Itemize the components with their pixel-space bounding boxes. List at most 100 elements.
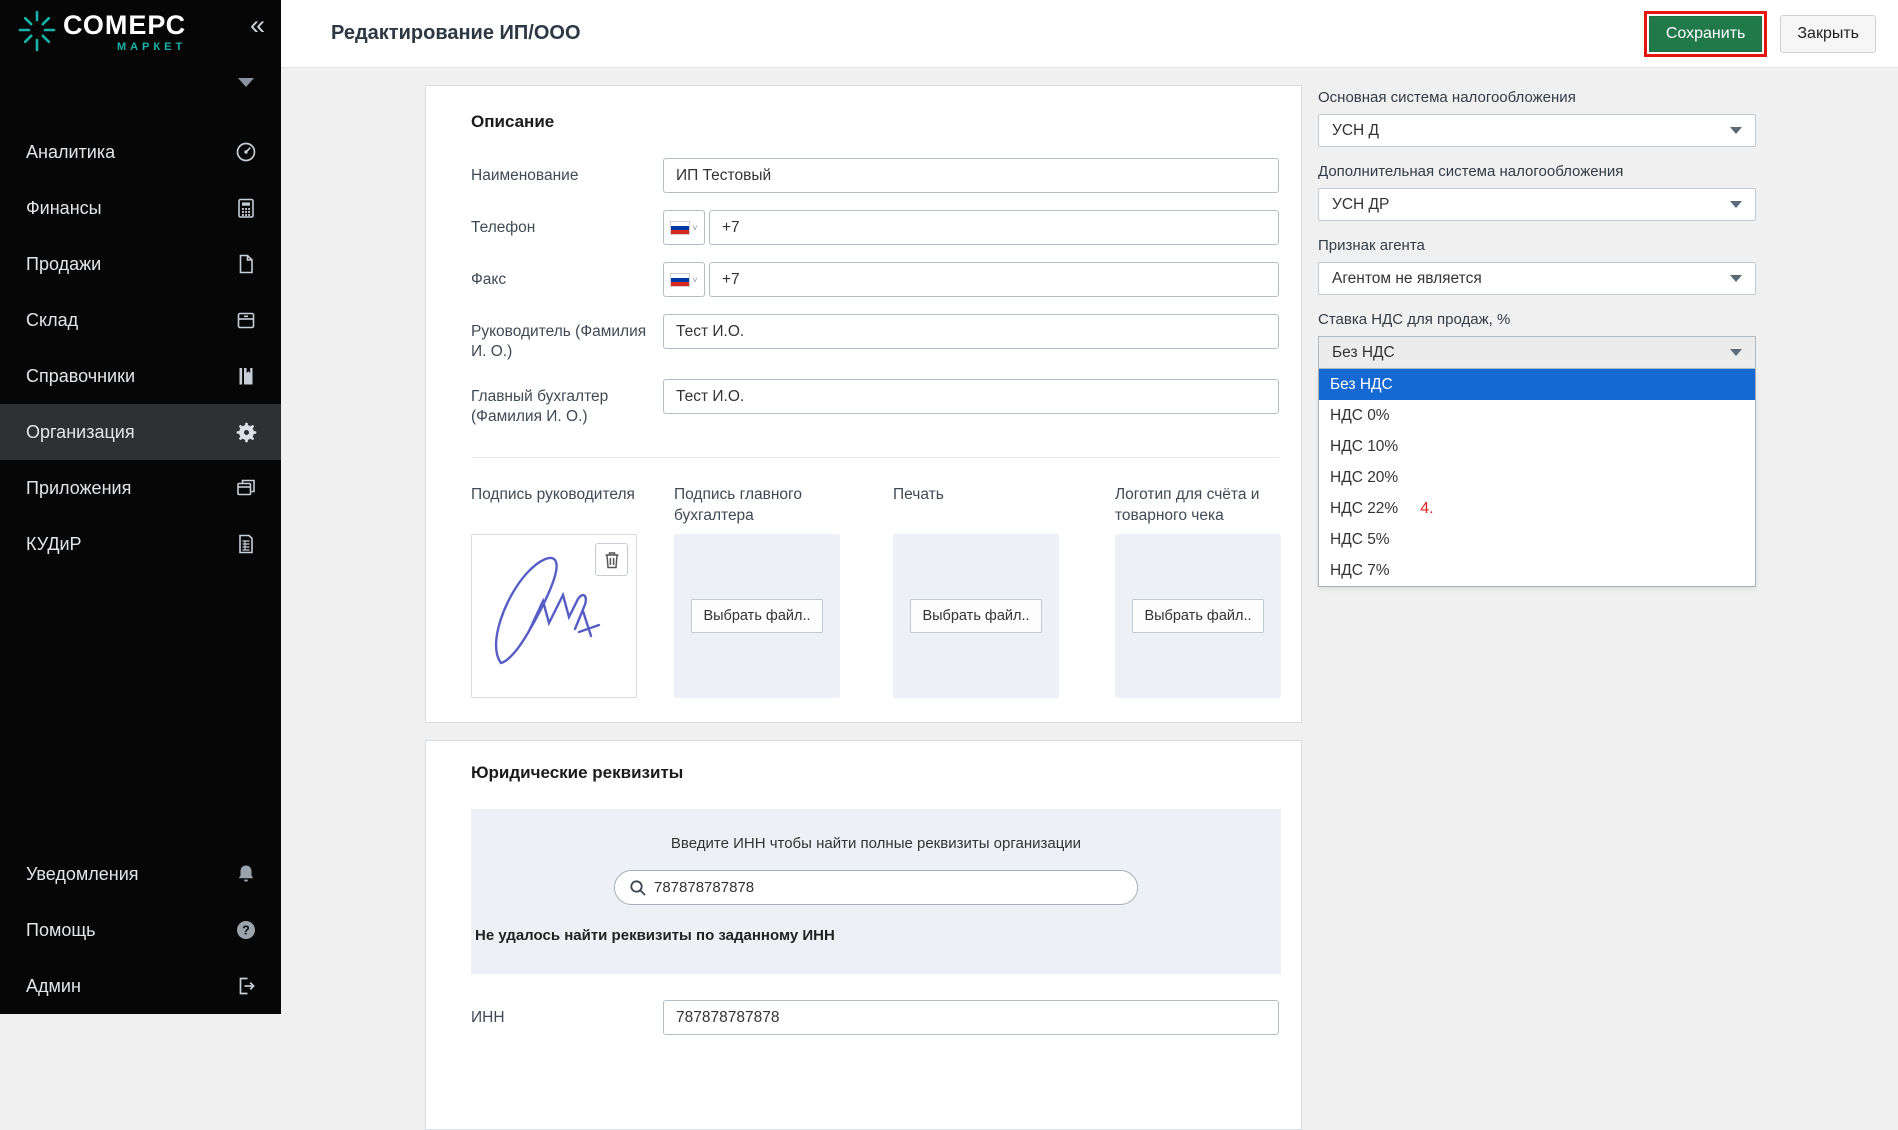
select-value: УСН Д: [1332, 122, 1379, 140]
sidebar-bottom: Уведомления Помощь ? Админ: [0, 846, 281, 1014]
brand-subtitle: МАРКЕТ: [63, 41, 186, 53]
vat-option-22[interactable]: НДС 22%4.: [1319, 493, 1755, 524]
upload-label: Логотип для счёта и товарного чека: [1115, 484, 1281, 534]
sidebar-nav: Аналитика Финансы Продажи Склад Справочн…: [0, 124, 281, 572]
sidebar-item-kudir[interactable]: КУДиР: [0, 516, 281, 572]
chevron-down-icon[interactable]: [238, 78, 254, 87]
fax-input[interactable]: [709, 262, 1279, 297]
sidebar-item-label: Организация: [26, 422, 135, 443]
upload-label: Подпись главного бухгалтера: [674, 484, 840, 534]
accountant-input[interactable]: [663, 379, 1279, 414]
extra-tax-select[interactable]: УСН ДР: [1318, 188, 1756, 221]
page-title: Редактирование ИП/ООО: [331, 22, 1644, 45]
inn-row: ИНН: [471, 1000, 1279, 1035]
sidebar-item-label: Приложения: [26, 478, 131, 499]
sidebar-item-notifications[interactable]: Уведомления: [0, 846, 281, 902]
sidebar-item-warehouse[interactable]: Склад: [0, 292, 281, 348]
vat-option-0[interactable]: НДС 0%: [1319, 400, 1755, 431]
phone-label: Телефон: [471, 210, 663, 245]
delete-signature-button[interactable]: [595, 543, 628, 576]
uploads-row: Подпись руководителя Подпись главного: [471, 484, 1279, 698]
save-button[interactable]: Сохранить: [1649, 16, 1763, 52]
sidebar-item-label: Финансы: [26, 198, 102, 219]
upload-stamp: Печать Выбрать файл..: [893, 484, 1059, 698]
sidebar-item-analytics[interactable]: Аналитика: [0, 124, 281, 180]
sidebar-item-directories[interactable]: Справочники: [0, 348, 281, 404]
sidebar-item-label: Склад: [26, 310, 78, 331]
upload-label: Печать: [893, 484, 1059, 534]
choose-file-button[interactable]: Выбрать файл..: [1132, 599, 1263, 633]
vat-rate-select[interactable]: Без НДС: [1318, 336, 1756, 369]
vat-option-5[interactable]: НДС 5%: [1319, 524, 1755, 555]
sidebar-item-label: Админ: [26, 976, 81, 997]
agent-label: Признак агента: [1318, 236, 1756, 255]
brand-name: СОМЕРС: [63, 10, 186, 40]
select-value: УСН ДР: [1332, 196, 1389, 214]
sidebar-item-label: Помощь: [26, 920, 96, 941]
inn-search-hint: Введите ИНН чтобы найти полные реквизиты…: [471, 835, 1281, 852]
agent-group: Признак агента Агентом не является: [1318, 236, 1756, 295]
director-label: Руководитель (Фамилия И. О.): [471, 314, 663, 362]
vat-option-no-vat[interactable]: Без НДС: [1319, 369, 1755, 400]
main-tax-select[interactable]: УСН Д: [1318, 114, 1756, 147]
phone-country-select[interactable]: ˅: [663, 210, 705, 245]
box-icon: [233, 308, 259, 332]
section-divider: [471, 457, 1279, 458]
brand-starburst-icon: [18, 10, 56, 54]
tax-settings-panel: Основная система налогообложения УСН Д Д…: [1318, 88, 1756, 587]
sidebar-item-help[interactable]: Помощь ?: [0, 902, 281, 958]
choose-file-button[interactable]: Выбрать файл..: [691, 599, 822, 633]
upload-logo: Логотип для счёта и товарного чека Выбра…: [1115, 484, 1281, 698]
brand-logo[interactable]: СОМЕРС МАРКЕТ: [18, 10, 186, 54]
gear-icon: [233, 420, 259, 445]
vat-option-7[interactable]: НДС 7%: [1319, 555, 1755, 586]
sidebar-item-organization[interactable]: Организация: [0, 404, 281, 460]
fax-row: Факс ˅: [471, 262, 1279, 297]
fax-label: Факс: [471, 262, 663, 297]
select-value: Без НДС: [1332, 344, 1395, 362]
help-icon: ?: [233, 918, 259, 942]
vat-option-20[interactable]: НДС 20%: [1319, 462, 1755, 493]
fax-country-select[interactable]: ˅: [663, 262, 705, 297]
name-input[interactable]: [663, 158, 1279, 193]
sidebar-collapse-button[interactable]: «: [250, 10, 265, 40]
vat-option-10[interactable]: НДС 10%: [1319, 431, 1755, 462]
chevron-down-icon: [1730, 201, 1742, 208]
upload-placeholder: Выбрать файл..: [674, 534, 840, 698]
russia-flag-icon: [670, 273, 690, 287]
windows-icon: [233, 476, 259, 500]
name-label: Наименование: [471, 158, 663, 193]
trash-icon: [604, 551, 620, 569]
sidebar-item-sales[interactable]: Продажи: [0, 236, 281, 292]
chevron-down-icon: ˅: [692, 223, 697, 233]
upload-accountant-signature: Подпись главного бухгалтера Выбрать файл…: [674, 484, 840, 698]
sidebar-item-admin-logout[interactable]: Админ: [0, 958, 281, 1014]
inn-search-input[interactable]: [654, 879, 1123, 896]
chevron-down-icon: ˅: [692, 275, 697, 285]
annotation-mark-4: 4.: [1420, 500, 1433, 518]
document-icon: [233, 252, 259, 276]
header: Редактирование ИП/ООО Сохранить Закрыть: [281, 0, 1898, 68]
ledger-icon: [233, 532, 259, 556]
close-button[interactable]: Закрыть: [1780, 15, 1876, 53]
sidebar-item-label: Аналитика: [26, 142, 115, 163]
inn-input[interactable]: [663, 1000, 1279, 1035]
director-input[interactable]: [663, 314, 1279, 349]
accountant-label: Главный бухгалтер (Фамилия И. О.): [471, 379, 663, 427]
sidebar-item-label: КУДиР: [26, 534, 82, 555]
extra-tax-label: Дополнительная система налогообложения: [1318, 162, 1756, 181]
signature-preview: [471, 534, 637, 698]
choose-file-button[interactable]: Выбрать файл..: [910, 599, 1041, 633]
select-value: Агентом не является: [1332, 270, 1482, 288]
sidebar-logo-row: СОМЕРС МАРКЕТ «: [0, 0, 281, 58]
section-title-legal: Юридические реквизиты: [471, 763, 1279, 783]
save-button-highlight: Сохранить: [1644, 11, 1768, 57]
agent-select[interactable]: Агентом не является: [1318, 262, 1756, 295]
inn-error-text: Не удалось найти реквизиты по заданному …: [475, 927, 1281, 944]
sidebar-item-finance[interactable]: Финансы: [0, 180, 281, 236]
sidebar-item-apps[interactable]: Приложения: [0, 460, 281, 516]
sidebar-item-label: Справочники: [26, 366, 135, 387]
sidebar-item-label: Уведомления: [26, 864, 139, 885]
phone-input[interactable]: [709, 210, 1279, 245]
upload-label: Подпись руководителя: [471, 484, 637, 534]
